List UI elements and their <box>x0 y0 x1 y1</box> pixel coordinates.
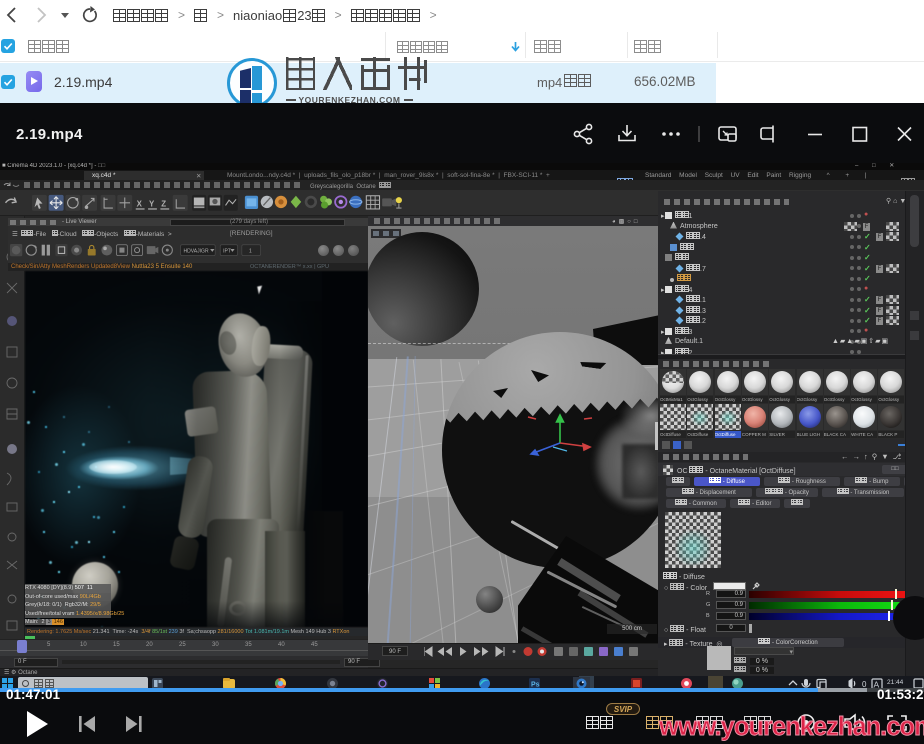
svg-text:HDVAJIGR: HDVAJIGR <box>184 248 209 254</box>
svg-text:1: 1 <box>249 248 252 254</box>
svg-text:Y: Y <box>149 199 155 208</box>
svg-text:21:44: 21:44 <box>887 679 904 686</box>
svg-text:Z: Z <box>161 199 166 208</box>
svg-text:IPT: IPT <box>223 248 231 254</box>
svg-text:X: X <box>137 199 143 208</box>
